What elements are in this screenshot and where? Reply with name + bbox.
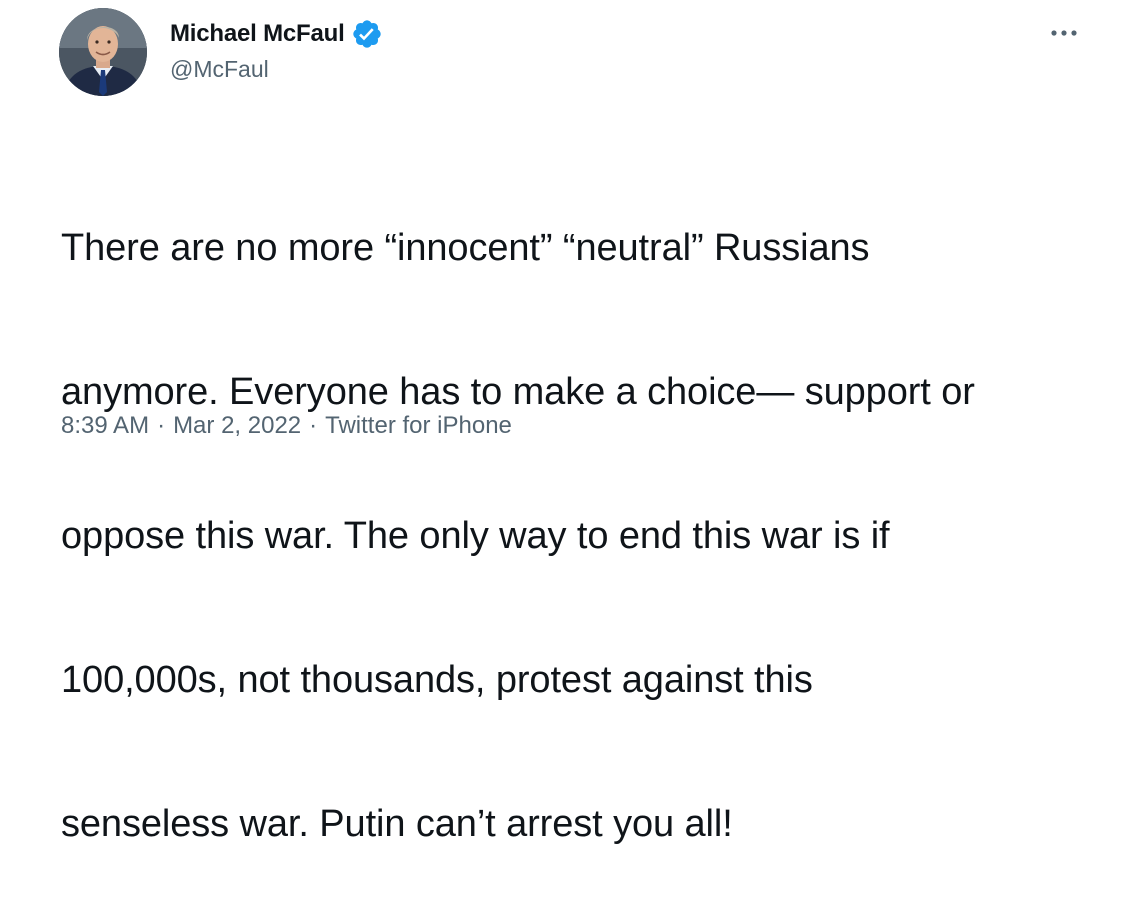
tweet-metadata: 8:39 AM · Mar 2, 2022 · Twitter for iPho… [61,412,512,440]
tweet-text-line: anymore. Everyone has to make a choice— … [61,371,975,413]
author-name-row[interactable]: Michael McFaul [170,16,383,52]
verified-badge-icon [351,18,383,50]
meta-separator: · [309,412,318,439]
tweet-text: There are no more “innocent” “neutral” R… [61,128,1091,906]
meta-separator: · [157,412,166,439]
tweet-source[interactable]: Twitter for iPhone [325,412,512,440]
tweet-text-line: There are no more “innocent” “neutral” R… [61,227,870,269]
tweet-card: Michael McFaul @McFaul There are no more… [0,0,1123,845]
tweet-date[interactable]: Mar 2, 2022 [173,412,301,440]
author-display-name[interactable]: Michael McFaul [170,20,345,48]
tweet-text-line: senseless war. Putin can’t arrest you al… [61,803,733,845]
tweet-text-line: oppose this war. The only way to end thi… [61,515,890,557]
author-handle[interactable]: @McFaul [170,56,269,83]
author-avatar[interactable] [59,8,147,96]
more-options-button[interactable] [1049,18,1079,48]
tweet-text-line: 100,000s, not thousands, protest against… [61,659,813,701]
tweet-time[interactable]: 8:39 AM [61,412,149,440]
more-options-icon [1051,30,1077,36]
avatar-photo [59,8,147,96]
